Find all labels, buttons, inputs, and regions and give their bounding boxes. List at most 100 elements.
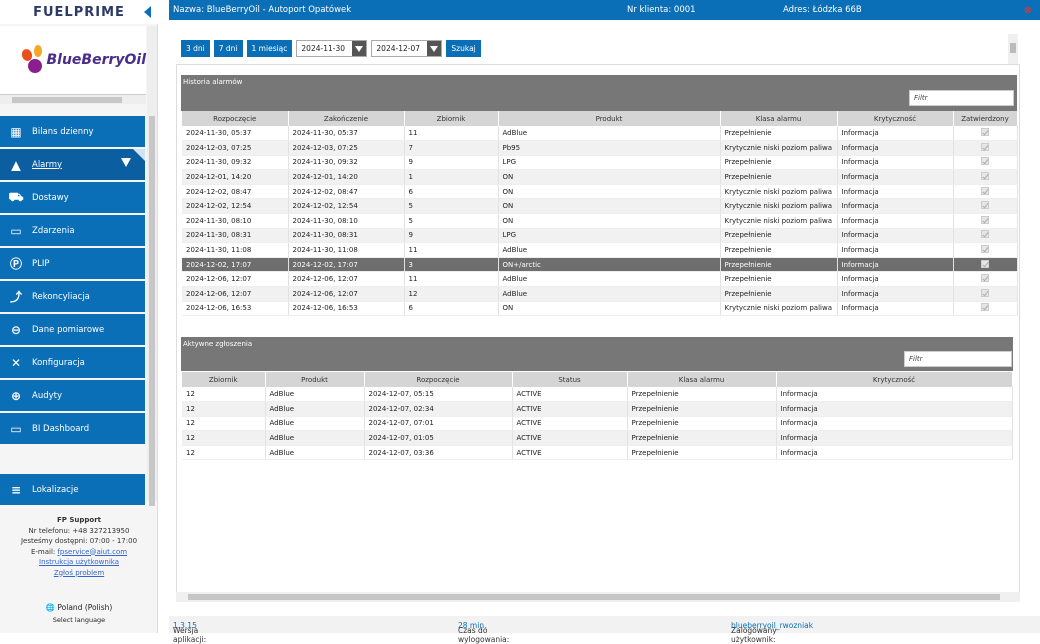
sidebar-item-dane-pomiarowe[interactable]: ⊖ Dane pomiarowe: [0, 314, 145, 345]
sidebar-horizontal-scrollbar[interactable]: [0, 94, 146, 104]
column-header[interactable]: Produkt: [265, 372, 365, 387]
approved-checkbox[interactable]: [981, 245, 989, 254]
column-header[interactable]: Krytyczność: [837, 111, 954, 126]
approved-cell: [953, 140, 1018, 156]
column-header[interactable]: Krytyczność: [776, 372, 1013, 387]
date-to-picker[interactable]: 2024-12-07: [371, 40, 443, 57]
table-row[interactable]: 2024-12-02, 08:47 2024-12-02, 08:47 6 ON Kry…: [182, 184, 1018, 200]
approved-checkbox[interactable]: [981, 186, 989, 195]
table-cell: ON: [498, 213, 721, 229]
table-cell: LPG: [498, 228, 721, 244]
table-cell: Informacja: [837, 228, 954, 244]
range-7-days-button[interactable]: 7 dni: [213, 40, 243, 57]
table-cell: Informacja: [776, 387, 1013, 403]
column-header[interactable]: Klasa alarmu: [627, 372, 777, 387]
table-cell: Informacja: [837, 242, 954, 258]
report-problem-link[interactable]: Zgłoś problem: [54, 569, 104, 577]
approved-checkbox[interactable]: [981, 157, 989, 166]
table-row[interactable]: 2024-12-06, 12:07 2024-12-06, 12:07 12 AdBl…: [182, 286, 1018, 302]
sidebar-item-rekoncyliacja[interactable]: ⤴ Rekoncyliacja: [0, 281, 145, 312]
range-1-month-button[interactable]: 1 miesiąc: [246, 40, 293, 57]
table-row[interactable]: 12 AdBlue 2024-12-07, 07:01 ACTIVE Przepełni…: [182, 416, 1013, 432]
table-cell: AdBlue: [498, 242, 721, 258]
sidebar-item-alarmy[interactable]: ▲ Alarmy: [0, 149, 145, 180]
main-vertical-scrollbar[interactable]: [1008, 34, 1018, 64]
column-header[interactable]: Zakończenie: [288, 111, 405, 126]
table-row[interactable]: 2024-11-30, 09:32 2024-11-30, 09:32 9 LPG Pr…: [182, 155, 1018, 171]
approved-checkbox[interactable]: [981, 259, 989, 268]
column-header[interactable]: Status: [512, 372, 628, 387]
table-cell: 2024-11-30, 09:32: [288, 155, 405, 171]
column-header[interactable]: Rozpoczęcie: [182, 111, 289, 126]
support-email-link[interactable]: fpservice@aiut.com: [57, 548, 127, 556]
column-header[interactable]: Produkt: [498, 111, 721, 126]
main-horizontal-scrollbar[interactable]: [176, 592, 1020, 602]
approved-cell: [953, 198, 1018, 215]
table-row[interactable]: 12 AdBlue 2024-12-07, 01:05 ACTIVE Przepełni…: [182, 430, 1013, 446]
approved-checkbox[interactable]: [981, 288, 989, 297]
approved-checkbox[interactable]: [981, 215, 989, 224]
column-header[interactable]: Klasa alarmu: [720, 111, 838, 126]
active-reports-filter-input[interactable]: Filtr: [904, 351, 1012, 367]
approved-checkbox[interactable]: [981, 142, 989, 151]
approved-checkbox[interactable]: [981, 201, 989, 210]
column-header[interactable]: Zbiornik: [404, 111, 499, 126]
table-cell: Przepełnienie: [627, 430, 777, 446]
chat-icon: ▭: [10, 223, 22, 238]
sidebar-item-audyty[interactable]: ⊕ Audyty: [0, 380, 145, 411]
support-phone: Nr telefonu: +48 327213950: [28, 526, 130, 535]
range-3-days-button[interactable]: 3 dni: [181, 40, 210, 57]
sidebar-item-lokalizacje[interactable]: ≡ Lokalizacje: [0, 474, 145, 505]
user-manual-link[interactable]: Instrukcja użytkownika: [39, 558, 119, 566]
parking-icon: Ⓟ: [9, 257, 22, 271]
table-cell: 2024-12-07, 02:34: [364, 401, 513, 417]
table-row[interactable]: 2024-11-30, 05:37 2024-11-30, 05:37 11 AdBl…: [182, 126, 1018, 142]
sidebar-item-bi-dashboard[interactable]: ▭ BI Dashboard: [0, 413, 145, 444]
language-selector[interactable]: 🌐 Poland (Polish) Select language: [0, 603, 158, 624]
table-cell: Informacja: [837, 257, 954, 273]
table-row[interactable]: 2024-12-06, 16:53 2024-12-06, 16:53 6 ON Kry…: [182, 301, 1018, 317]
table-cell: Przepełnienie: [627, 401, 777, 417]
approved-checkbox[interactable]: [981, 172, 989, 181]
close-icon[interactable]: ⊗: [1024, 5, 1032, 16]
approved-checkbox[interactable]: [981, 303, 989, 312]
approved-checkbox[interactable]: [981, 230, 989, 239]
table-row[interactable]: 2024-11-30, 11:08 2024-11-30, 11:08 11 AdBl…: [182, 242, 1018, 258]
table-row[interactable]: 2024-12-02, 12:54 2024-12-02, 12:54 5 ON Kry…: [182, 198, 1018, 215]
table-row[interactable]: 12 AdBlue 2024-12-07, 03:36 ACTIVE Przepełni…: [182, 445, 1013, 461]
table-row[interactable]: 2024-11-30, 08:31 2024-11-30, 08:31 9 LPG Pr…: [182, 228, 1018, 244]
sidebar-item-dostawy[interactable]: ⛟ Dostawy: [0, 182, 145, 213]
sidebar-vertical-scrollbar[interactable]: [147, 26, 157, 506]
sidebar-item-konfiguracja[interactable]: ✕ Konfiguracja: [0, 347, 145, 378]
approved-checkbox[interactable]: [981, 128, 989, 137]
table-cell: Krytycznie niski poziom paliwa: [720, 213, 838, 229]
table-row[interactable]: 2024-12-06, 12:07 2024-12-06, 12:07 11 AdBl…: [182, 271, 1018, 288]
table-cell: 2024-12-07, 01:05: [364, 430, 513, 446]
table-cell: Przepełnienie: [627, 416, 777, 432]
table-row[interactable]: 2024-12-01, 14:20 2024-12-01, 14:20 1 ON Prz…: [182, 169, 1018, 185]
table-row[interactable]: 2024-11-30, 08:10 2024-11-30, 08:10 5 ON Kry…: [182, 213, 1018, 229]
date-from-picker[interactable]: 2024-11-30: [296, 40, 368, 57]
table-cell: 2024-11-30, 08:31: [182, 228, 289, 244]
dropdown-icon[interactable]: [352, 41, 367, 56]
dropdown-icon[interactable]: [427, 41, 442, 56]
column-header[interactable]: Zbiornik: [182, 372, 266, 387]
column-header[interactable]: Zatwierdzony: [953, 111, 1018, 126]
table-cell: Przepełnienie: [720, 242, 838, 258]
sidebar-item-plip[interactable]: Ⓟ PLIP: [0, 248, 145, 279]
table-cell: Informacja: [837, 140, 954, 156]
table-cell: LPG: [498, 155, 721, 171]
column-header[interactable]: Rozpoczęcie: [364, 372, 513, 387]
sidebar-item-bilans-dzienny[interactable]: ▦ Bilans dzienny: [0, 116, 145, 147]
search-button[interactable]: Szukaj: [446, 40, 481, 57]
sidebar-item-zdarzenia[interactable]: ▭ Zdarzenia: [0, 215, 145, 246]
table-row[interactable]: 12 AdBlue 2024-12-07, 02:34 ACTIVE Przepełni…: [182, 401, 1013, 417]
table-cell: 2024-11-30, 08:10: [288, 213, 405, 229]
filter-icon[interactable]: [121, 158, 131, 167]
table-row[interactable]: 12 AdBlue 2024-12-07, 05:15 ACTIVE Przepełni…: [182, 387, 1013, 403]
collapse-sidebar-icon[interactable]: [144, 6, 151, 18]
alarm-history-filter-input[interactable]: Filtr: [909, 90, 1014, 106]
table-row[interactable]: 2024-12-02, 17:07 2024-12-02, 17:07 3 ON+/a…: [182, 257, 1018, 273]
approved-checkbox[interactable]: [981, 274, 989, 283]
table-row[interactable]: 2024-12-03, 07:25 2024-12-03, 07:25 7 Pb95 K…: [182, 140, 1018, 156]
